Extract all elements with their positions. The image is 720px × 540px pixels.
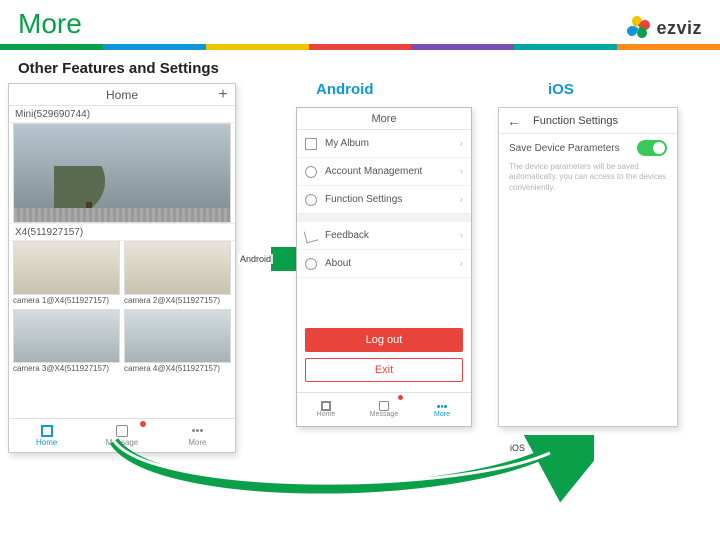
account-icon xyxy=(305,166,317,178)
album-icon xyxy=(305,138,317,150)
more-icon xyxy=(437,401,447,411)
section-heading: Other Features and Settings xyxy=(0,50,720,83)
camera-caption-2b: camera 2@X4(511927157) xyxy=(124,295,231,305)
ios-function-settings-screenshot: ← Function Settings Save Device Paramete… xyxy=(498,107,678,427)
tab-home[interactable]: Home xyxy=(297,393,355,426)
list-item-function-settings[interactable]: Function Settings › xyxy=(297,186,471,214)
camera-caption-2a: camera 1@X4(511927157) xyxy=(13,295,120,305)
column-header-android: Android xyxy=(316,81,374,98)
camera-caption-2d: camera 4@X4(511927157) xyxy=(124,363,231,373)
tab-message[interactable]: Message xyxy=(355,393,413,426)
android-arrow-label: Android xyxy=(238,254,273,264)
tab-more[interactable]: More xyxy=(413,393,471,426)
list-item-label: About xyxy=(325,258,351,269)
bottom-tabs[interactable]: Home Message More xyxy=(9,418,235,452)
screen-title: Function Settings xyxy=(533,115,618,127)
home-icon xyxy=(41,425,53,437)
notification-dot-icon xyxy=(398,395,403,400)
chevron-right-icon: › xyxy=(460,166,463,177)
tab-message-label: Message xyxy=(106,438,138,447)
list-item-label: My Album xyxy=(325,138,369,149)
tab-more[interactable]: More xyxy=(160,419,235,452)
ios-arrow-label: iOS xyxy=(508,443,527,453)
camera-thumbnail-2d[interactable] xyxy=(124,309,231,363)
list-item-label: Account Management xyxy=(325,166,422,177)
logo-mark-icon xyxy=(626,16,650,40)
tab-more-label: More xyxy=(188,438,206,447)
chevron-right-icon: › xyxy=(460,194,463,205)
camera-label-1: Mini(529690744) xyxy=(9,106,235,123)
list-item-about[interactable]: About › xyxy=(297,250,471,278)
tab-more-label: More xyxy=(434,411,450,418)
message-icon xyxy=(379,401,389,411)
list-item-album[interactable]: My Album › xyxy=(297,130,471,158)
brand-stripe xyxy=(0,44,720,50)
list-item-label: Feedback xyxy=(325,230,369,241)
setting-row-save-params[interactable]: Save Device Parameters xyxy=(499,134,677,162)
feedback-icon xyxy=(304,228,319,243)
camera-label-2: X4(511927157) xyxy=(9,223,235,241)
more-title: More xyxy=(297,108,471,130)
more-icon xyxy=(191,425,203,437)
chevron-right-icon: › xyxy=(460,230,463,241)
tab-home-label: Home xyxy=(36,438,57,447)
setting-description: The device parameters will be saved auto… xyxy=(499,162,677,199)
tab-home-label: Home xyxy=(317,411,336,418)
chevron-right-icon: › xyxy=(460,138,463,149)
camera-caption-2c: camera 3@X4(511927157) xyxy=(13,363,120,373)
back-icon[interactable]: ← xyxy=(507,113,521,129)
notification-dot-icon xyxy=(140,421,146,427)
exit-button[interactable]: Exit xyxy=(305,358,463,382)
logout-button[interactable]: Log out xyxy=(305,328,463,352)
message-icon xyxy=(116,425,128,437)
tab-message-label: Message xyxy=(370,411,398,418)
toggle-switch[interactable] xyxy=(637,140,667,156)
chevron-right-icon: › xyxy=(460,258,463,269)
list-item-label: Function Settings xyxy=(325,194,402,205)
home-icon xyxy=(321,401,331,411)
tab-message[interactable]: Message xyxy=(84,419,159,452)
camera-thumbnail-1[interactable] xyxy=(13,123,231,223)
page-title: More xyxy=(18,8,82,40)
bottom-tabs[interactable]: Home Message More xyxy=(297,392,471,426)
camera-thumbnail-2c[interactable] xyxy=(13,309,120,363)
android-home-screenshot: Home + Mini(529690744) X4(511927157) cam… xyxy=(8,83,236,453)
camera-thumbnail-2b[interactable] xyxy=(124,241,231,295)
brand-logo: ezviz xyxy=(626,16,702,40)
home-title: Home xyxy=(33,88,211,102)
camera-thumbnail-2a[interactable] xyxy=(13,241,120,295)
tab-home[interactable]: Home xyxy=(9,419,84,452)
info-icon xyxy=(305,258,317,270)
gear-icon xyxy=(305,194,317,206)
setting-label: Save Device Parameters xyxy=(509,143,620,154)
android-more-screenshot: More My Album › Account Management › Fun… xyxy=(296,107,472,427)
logo-text: ezviz xyxy=(656,18,702,39)
list-item-feedback[interactable]: Feedback › xyxy=(297,222,471,250)
list-item-account[interactable]: Account Management › xyxy=(297,158,471,186)
add-device-icon[interactable]: + xyxy=(211,86,235,104)
column-header-ios: iOS xyxy=(548,81,574,98)
